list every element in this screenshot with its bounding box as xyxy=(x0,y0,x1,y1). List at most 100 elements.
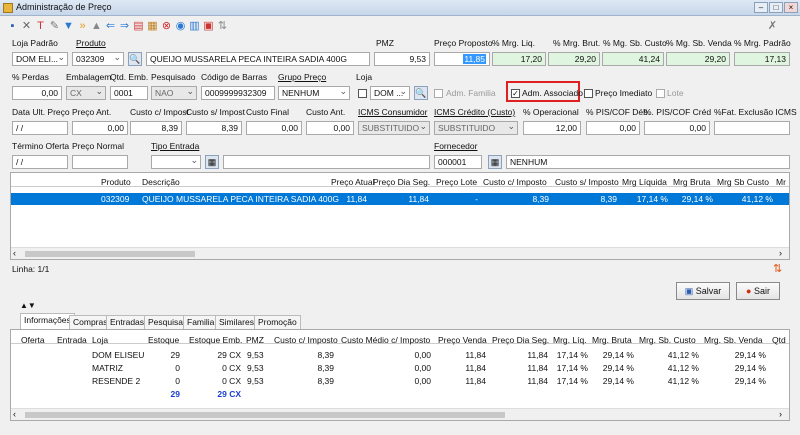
mrg-brut-field[interactable]: 29,20 xyxy=(548,52,600,66)
col-custo-s-imposto[interactable]: Custo s/ Imposto xyxy=(555,177,619,187)
tab-familia[interactable]: Familia xyxy=(183,315,219,329)
filter-icon[interactable]: ▼ xyxy=(62,20,75,33)
splitter-icon[interactable]: ▲▼ xyxy=(20,301,36,310)
codigo-barras-field[interactable]: 0009999932309 xyxy=(201,86,275,100)
mg-sb-custo-field[interactable]: 41,24 xyxy=(602,52,664,66)
maximize-button[interactable]: □ xyxy=(769,2,783,13)
grupo-preco-select[interactable]: NENHUM xyxy=(278,86,350,100)
col-custo-c-imposto[interactable]: Custo c/ Imposto xyxy=(274,335,338,345)
col-preco-dia-seg[interactable]: Preço Dia Seg. xyxy=(373,177,430,187)
sort-icon[interactable]: ⇅ xyxy=(773,262,782,275)
fat-exclusao-field[interactable] xyxy=(714,121,790,135)
mrg-padrao-field[interactable]: 17,13 xyxy=(734,52,790,66)
col-mrg-bruta[interactable]: Mrg Bruta xyxy=(673,177,710,187)
info-grid-hscrollbar[interactable]: ‹ › xyxy=(11,408,789,420)
produto-descricao-field[interactable]: QUEIJO MUSSARELA PECA INTEIRA SADIA 400G xyxy=(146,52,370,66)
scroll-thumb[interactable] xyxy=(25,251,195,257)
produto-codigo-field[interactable]: 032309 xyxy=(72,52,124,66)
adm-familia-checkbox[interactable] xyxy=(434,89,443,98)
col-produto[interactable]: Produto xyxy=(101,177,131,187)
col-custo-c-imposto[interactable]: Custo c/ Imposto xyxy=(483,177,547,187)
col-mrg-sb-venda[interactable]: Mrg. Sb. Venda xyxy=(704,335,763,345)
col-mrg-sb-custo[interactable]: Mrg. Sb. Custo xyxy=(639,335,696,345)
table-row[interactable]: MATRIZ 0 0 CX 9,53 8,39 0,00 11,84 11,84… xyxy=(11,363,789,375)
scroll-left-icon[interactable]: ‹ xyxy=(13,248,16,258)
col-preco-venda[interactable]: Preço Venda xyxy=(438,335,487,345)
chart-icon[interactable]: ▥ xyxy=(188,20,201,33)
tab-promocao[interactable]: Promoção xyxy=(254,315,301,329)
embalagem-select[interactable]: CX xyxy=(66,86,106,100)
back-arrow-icon[interactable]: ⇐ xyxy=(104,20,117,33)
tipo-entrada-search-icon[interactable]: ▦ xyxy=(205,155,219,169)
col-entrada[interactable]: Entrada xyxy=(57,335,87,345)
col-qtd[interactable]: Qtd xyxy=(772,335,786,345)
operacional-field[interactable]: 12,00 xyxy=(523,121,581,135)
col-preco-atual[interactable]: Preço Atual xyxy=(331,177,374,187)
globe-icon[interactable]: ◉ xyxy=(174,20,187,33)
tipo-entrada-select[interactable] xyxy=(151,155,201,169)
scroll-right-icon[interactable]: › xyxy=(779,248,782,258)
close-button[interactable]: × xyxy=(784,2,798,13)
text-icon[interactable]: T xyxy=(34,20,47,33)
sync-icon[interactable]: ⇅ xyxy=(216,20,229,33)
col-mrg-sb-custo[interactable]: Mrg Sb Custo xyxy=(717,177,769,187)
tools-icon[interactable]: ✎ xyxy=(48,20,61,33)
col-estoque-emb[interactable]: Estoque Emb. xyxy=(189,335,242,345)
scroll-right-icon[interactable]: › xyxy=(779,409,782,419)
col-descricao[interactable]: Descrição xyxy=(142,177,180,187)
report-icon[interactable]: ▤ xyxy=(132,20,145,33)
tab-entradas[interactable]: Entradas xyxy=(106,315,149,329)
qtd-emb-field[interactable]: 0001 xyxy=(110,86,148,100)
forward-arrow-icon[interactable]: ⇒ xyxy=(118,20,131,33)
col-pmz[interactable]: PMZ xyxy=(246,335,264,345)
loja-select[interactable]: DOM ... xyxy=(370,86,410,100)
save-icon[interactable]: ▪ xyxy=(6,20,19,33)
col-mrg-liquida[interactable]: Mrg Líquida xyxy=(622,177,667,187)
print-icon[interactable]: ▲ xyxy=(90,20,103,33)
col-mr[interactable]: Mr xyxy=(776,177,786,187)
pis-cof-deb-field[interactable]: 0,00 xyxy=(586,121,640,135)
fornecedor-codigo-field[interactable]: 000001 xyxy=(434,155,482,169)
loja-checkbox[interactable] xyxy=(358,89,367,98)
loja-search-icon[interactable]: 🔍 xyxy=(414,86,428,100)
pesquisado-select[interactable]: NAO xyxy=(151,86,197,100)
loja-padrao-select[interactable]: DOM ELI... xyxy=(12,52,68,66)
preco-proposto-field[interactable]: 11,85 xyxy=(434,52,490,66)
col-oferta[interactable]: Oferta xyxy=(21,335,45,345)
exit-button[interactable]: ● Sair xyxy=(736,282,780,300)
produto-search-icon[interactable]: 🔍 xyxy=(128,52,142,66)
col-estoque[interactable]: Estoque xyxy=(148,335,179,345)
col-loja[interactable]: Loja xyxy=(92,335,108,345)
forward-icon[interactable]: » xyxy=(76,20,89,33)
mg-sb-venda-field[interactable]: 29,20 xyxy=(666,52,730,66)
tab-pesquisa[interactable]: Pesquisa xyxy=(144,315,187,329)
icms-consumidor-select[interactable]: SUBSTITUIDO xyxy=(358,121,430,135)
col-custo-medio[interactable]: Custo Médio c/ Imposto xyxy=(341,335,430,345)
icms-credito-select[interactable]: SUBSTITUIDO xyxy=(434,121,518,135)
minimize-button[interactable]: – xyxy=(754,2,768,13)
adm-associado-checkbox[interactable]: ✓ xyxy=(511,89,520,98)
col-mrg-liq[interactable]: Mrg. Líq. xyxy=(553,335,587,345)
tab-informacoes[interactable]: Informações xyxy=(20,313,75,330)
product-grid[interactable]: Produto Descrição Preço Atual Preço Dia … xyxy=(10,172,790,260)
settings-icon[interactable]: ✗ xyxy=(766,20,779,33)
block-icon[interactable]: ⊗ xyxy=(160,20,173,33)
document-icon[interactable]: ▣ xyxy=(202,20,215,33)
col-preco-dia-seg[interactable]: Preço Dia Seg. xyxy=(492,335,549,345)
delete-icon[interactable]: ✕ xyxy=(20,20,33,33)
mrg-liq-field[interactable]: 17,20 xyxy=(492,52,546,66)
preco-imediato-checkbox[interactable] xyxy=(584,89,593,98)
save-button[interactable]: ▣ Salvar xyxy=(676,282,730,300)
col-preco-lote[interactable]: Preço Lote xyxy=(436,177,477,187)
perdas-field[interactable]: 0,00 xyxy=(12,86,62,100)
fornecedor-search-icon[interactable]: ▦ xyxy=(488,155,502,169)
product-grid-hscrollbar[interactable]: ‹ › xyxy=(11,247,789,259)
table-row[interactable]: 032309 QUEIJO MUSSARELA PECA INTEIRA SAD… xyxy=(11,193,789,205)
col-mrg-bruta[interactable]: Mrg. Bruta xyxy=(592,335,632,345)
pis-cof-cred-field[interactable]: 0,00 xyxy=(644,121,710,135)
table-row[interactable]: RESENDE 2 0 0 CX 9,53 8,39 0,00 11,84 11… xyxy=(11,376,789,388)
scroll-thumb[interactable] xyxy=(25,412,505,418)
lote-checkbox[interactable] xyxy=(656,89,665,98)
table-row[interactable]: DOM ELISEU 29 29 CX 9,53 8,39 0,00 11,84… xyxy=(11,350,789,362)
image-icon[interactable]: ▦ xyxy=(146,20,159,33)
